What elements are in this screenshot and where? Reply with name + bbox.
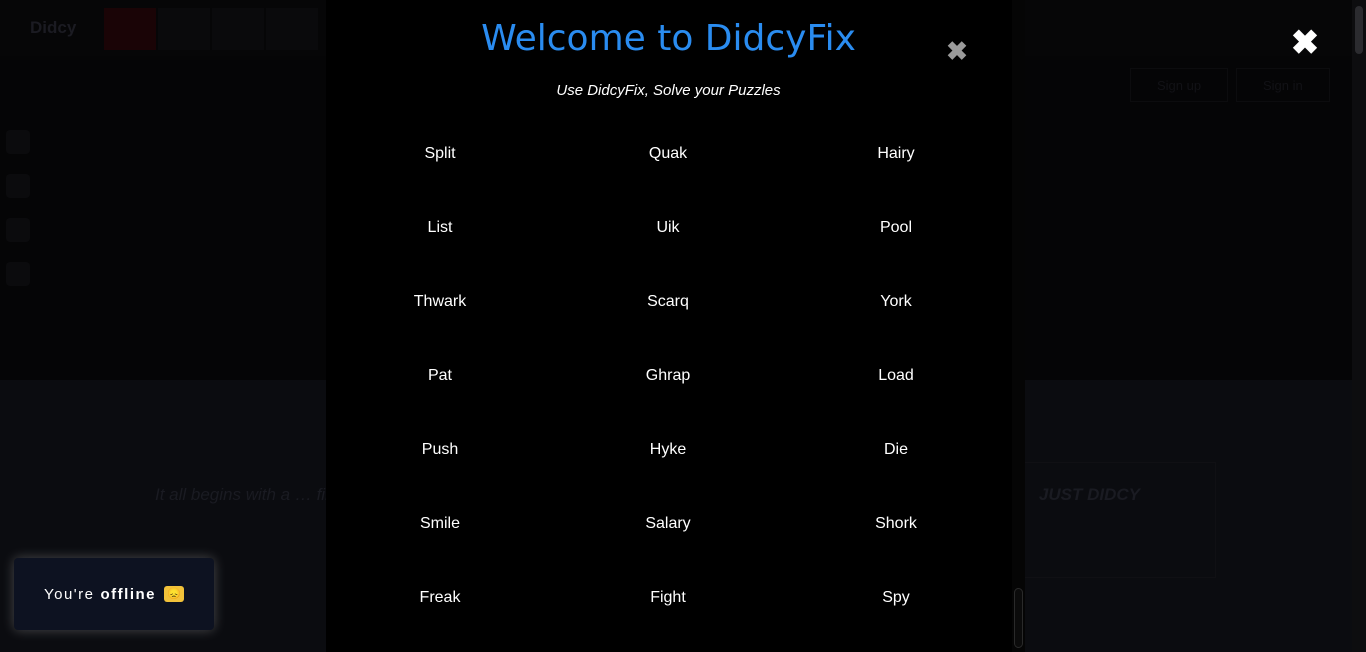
page-scrollbar[interactable] [1352, 0, 1366, 652]
puzzle-item-fight[interactable]: Fight [554, 561, 782, 635]
background-tab [212, 8, 264, 50]
puzzle-item-scarq[interactable]: Scarq [554, 265, 782, 339]
puzzle-item-list[interactable]: List [326, 191, 554, 265]
page: Didcy Sign up Sign in It all begins with… [0, 0, 1366, 652]
modal-scrollbar-thumb[interactable] [1014, 588, 1023, 648]
puzzle-item-die[interactable]: Die [782, 413, 1010, 487]
background-logo: Didcy [30, 18, 77, 37]
background-box [1010, 462, 1216, 578]
puzzle-item-hairy[interactable]: Hairy [782, 117, 1010, 191]
puzzle-item-quak[interactable]: Quak [554, 117, 782, 191]
puzzle-item-shork[interactable]: Shork [782, 487, 1010, 561]
toast-status: offline [100, 585, 156, 603]
puzzle-item-split[interactable]: Split [326, 117, 554, 191]
page-scrollbar-thumb[interactable] [1355, 6, 1363, 54]
more-icon [6, 262, 30, 286]
modal-title: Welcome to DidcyFix [481, 18, 856, 59]
puzzle-item-pat[interactable]: Pat [326, 339, 554, 413]
background-signup-button: Sign up [1130, 68, 1229, 102]
puzzle-item-pool[interactable]: Pool [782, 191, 1010, 265]
background-sidebar [6, 130, 36, 306]
puzzle-item-york[interactable]: York [782, 265, 1010, 339]
puzzle-item-push[interactable]: Push [326, 413, 554, 487]
puzzle-item-smile[interactable]: Smile [326, 487, 554, 561]
puzzle-item-hyke[interactable]: Hyke [554, 413, 782, 487]
modal-close-icon[interactable]: ✖ [944, 38, 970, 64]
puzzle-item-thwark[interactable]: Thwark [326, 265, 554, 339]
welcome-modal: Welcome to DidcyFix ✖ Use DidcyFix, Solv… [326, 0, 1025, 652]
puzzle-item-load[interactable]: Load [782, 339, 1010, 413]
sad-face-icon: 😞 [164, 586, 184, 602]
puzzle-item-uik[interactable]: Uik [554, 191, 782, 265]
background-tab [158, 8, 210, 50]
offline-toast: You're offline 😞 [14, 558, 214, 630]
puzzle-item-spy[interactable]: Spy [782, 561, 1010, 635]
overlay-close-icon[interactable]: ✖ [1290, 26, 1320, 60]
puzzle-grid: Split Quak Hairy List Uik Pool Thwark Sc… [326, 117, 1010, 635]
user-icon [6, 174, 30, 198]
puzzle-item-ghrap[interactable]: Ghrap [554, 339, 782, 413]
toast-prefix: You're [43, 585, 95, 603]
background-tab-active [104, 8, 156, 50]
puzzle-item-salary[interactable]: Salary [554, 487, 782, 561]
background-signin-button: Sign in [1236, 68, 1330, 102]
modal-scrollbar[interactable] [1012, 0, 1025, 652]
menu-icon [6, 130, 30, 154]
help-icon [6, 218, 30, 242]
background-tab [266, 8, 318, 50]
modal-subtitle: Use DidcyFix, Solve your Puzzles [556, 82, 781, 99]
puzzle-item-freak[interactable]: Freak [326, 561, 554, 635]
